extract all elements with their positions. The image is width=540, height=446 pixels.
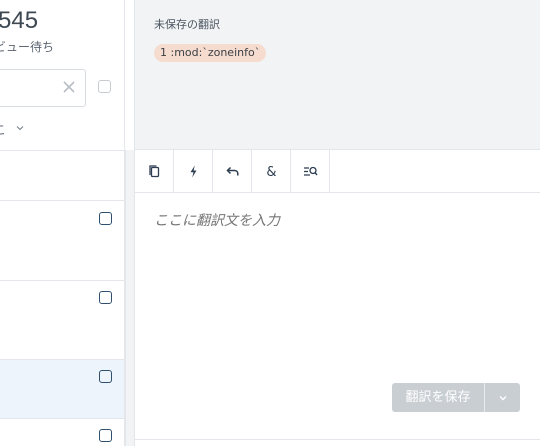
copy-source-button[interactable]	[135, 150, 174, 192]
search-input[interactable]	[0, 69, 86, 107]
scrollbar[interactable]	[125, 150, 134, 446]
ampersand-icon: &	[266, 165, 276, 179]
select-all-checkbox[interactable]	[98, 80, 111, 93]
review-list-panel: 545 ビュー待ち こ	[0, 0, 125, 446]
translation-editor: 翻訳を保存	[134, 193, 540, 446]
placeholder-chip[interactable]: 1 :mod:`zoneinfo`	[154, 44, 267, 62]
list-item-selected[interactable]	[0, 360, 124, 419]
list-header	[0, 150, 124, 201]
row-checkbox[interactable]	[99, 291, 112, 304]
undo-icon	[225, 166, 239, 175]
review-count-label: ビュー待ち	[0, 40, 55, 54]
chevron-down-icon	[499, 395, 506, 400]
row-checkbox[interactable]	[99, 370, 112, 383]
translation-input[interactable]	[154, 212, 524, 228]
special-characters-button[interactable]: &	[252, 150, 291, 192]
lightning-icon	[190, 165, 196, 177]
sort-label[interactable]: こ	[0, 121, 6, 138]
source-panel: 未保存の翻訳 1 :mod:`zoneinfo`	[134, 0, 540, 150]
copy-icon	[148, 164, 159, 177]
save-options-dropdown[interactable]	[485, 383, 520, 412]
search-list-icon	[303, 166, 318, 176]
row-checkbox[interactable]	[99, 212, 112, 225]
unsaved-translation-title: 未保存の翻訳	[154, 18, 220, 31]
editor-toolbar: &	[134, 150, 540, 193]
list-item[interactable]	[0, 419, 124, 446]
save-button-group: 翻訳を保存	[392, 383, 520, 412]
list-item[interactable]	[0, 281, 124, 360]
row-checkbox[interactable]	[99, 429, 112, 442]
svg-text:&: &	[266, 165, 276, 179]
clear-icon[interactable]	[62, 80, 76, 94]
list-item[interactable]	[0, 201, 124, 281]
undo-button[interactable]	[213, 150, 252, 192]
review-count: 545	[0, 7, 39, 34]
chevron-down-icon[interactable]	[16, 124, 24, 132]
machine-translate-button[interactable]	[174, 150, 213, 192]
save-translation-button[interactable]: 翻訳を保存	[392, 383, 485, 412]
divider	[135, 439, 540, 440]
search-suggestions-button[interactable]	[291, 150, 330, 192]
